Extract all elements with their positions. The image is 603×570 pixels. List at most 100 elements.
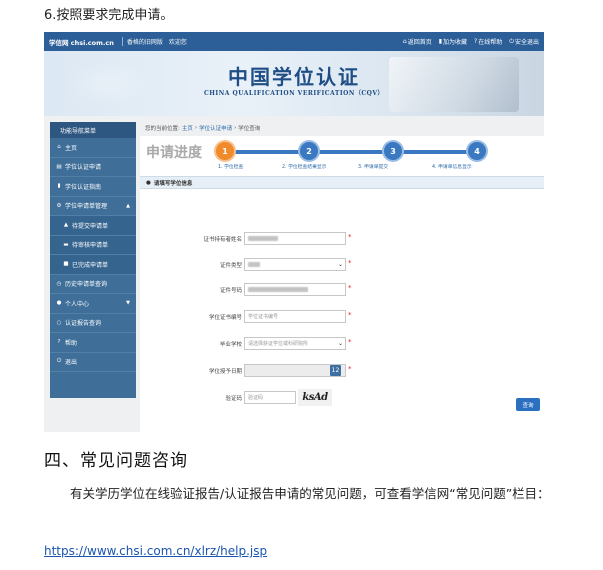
- faq-link[interactable]: https://www.chsi.com.cn/xlrz/help.jsp: [44, 544, 267, 558]
- redacted-value: [248, 262, 260, 267]
- captcha-input[interactable]: 验证码: [244, 391, 296, 404]
- banner-subtitle: CHINA QUALIFICATION VERIFICATION（CQV）: [203, 90, 384, 97]
- field-label: 学位授予日期: [208, 369, 242, 375]
- sidebar-item-label: 学位申请单管理: [65, 203, 108, 211]
- select-field[interactable]: ⌄: [244, 258, 346, 271]
- field-label: 证件号码: [219, 288, 242, 294]
- sidebar-item-label: 个人中心: [65, 300, 90, 308]
- progress-step-label: 1. 学位检查: [218, 165, 244, 170]
- book-icon: ▮: [57, 183, 61, 190]
- field-label: 验证码: [225, 396, 242, 402]
- field-label: 证书持有者姓名: [203, 237, 242, 243]
- form-row: 学位证书编号 学位证书编号 *: [140, 310, 544, 324]
- breadcrumb: 您的当前位置: 主页 › 学位认证申请 › 学位查询: [140, 122, 544, 134]
- form-section-header: ● 请填写学位信息: [140, 176, 544, 189]
- form-row: 毕业学校 请选择获证学位或科研院所 ⌄ *: [140, 337, 544, 351]
- sidebar-item-label: 已完成申请单: [72, 261, 109, 269]
- redacted-value: [248, 236, 278, 241]
- sidebar-item-label: 帮助: [65, 339, 78, 347]
- sidebar-item-1[interactable]: ▤ 学位认证申请: [50, 158, 136, 177]
- sidebar-item-11[interactable]: ⏻ 退出: [50, 353, 136, 372]
- sidebar-item-7[interactable]: ◷ 历史申请单查询: [50, 275, 136, 294]
- topbar-action-bookmark[interactable]: ▮ 加为收藏: [439, 37, 467, 46]
- home-icon: ⌂: [57, 144, 61, 151]
- history-icon: ◷: [56, 280, 62, 287]
- topbar-action-logout[interactable]: ⏻ 安全退出: [509, 37, 539, 47]
- progress-track: [216, 150, 478, 154]
- step-instruction: 6.按照要求完成申请。: [44, 8, 174, 23]
- required-mark: *: [348, 233, 352, 241]
- top-nav-actions: ⌂ 返回首页 ▮ 加为收藏? 在线帮助 ⏻ 安全退出: [403, 37, 539, 47]
- logout-icon: ⏻: [509, 37, 514, 45]
- topbar-action-label: 安全退出: [514, 39, 539, 46]
- field-label: 证件类型: [219, 263, 242, 269]
- query-button[interactable]: 查询: [516, 398, 540, 411]
- sidebar-item-3[interactable]: ⚙ 学位申请单管理 ▲: [50, 197, 136, 216]
- captcha-image[interactable]: ksAd: [298, 389, 332, 406]
- select-field[interactable]: 请选择获证学位或科研院所 ⌄: [244, 337, 346, 350]
- chevron-down-icon: ▼: [126, 300, 130, 307]
- banner: 中国学位认证 CHINA QUALIFICATION VERIFICATION（…: [44, 51, 544, 116]
- top-nav-bar: 学信网 chsi.com.cn 香格的旧网版 欢迎您 ⌂ 返回首页 ▮ 加为收藏? 在线…: [44, 32, 544, 51]
- warning-icon: ▲: [63, 222, 69, 229]
- required-mark: *: [348, 284, 352, 292]
- topbar-action-label: 加为收藏: [443, 39, 468, 46]
- redacted-value: [248, 287, 308, 292]
- progress-step-label: 4. 申请单信息显示: [432, 165, 472, 170]
- field-label: 学位证书编号: [208, 315, 242, 321]
- breadcrumb-separator: ›: [234, 125, 237, 131]
- welcome-text: 欢迎您: [168, 39, 187, 46]
- required-mark: *: [348, 338, 352, 346]
- check-icon: ■: [63, 261, 69, 268]
- breadcrumb-prefix: 您的当前位置:: [145, 126, 180, 132]
- topbar-action-home[interactable]: ⌂ 返回首页: [403, 37, 432, 46]
- logout-icon: ⏻: [56, 358, 62, 365]
- progress-step-4: 4: [468, 142, 486, 160]
- gear-icon: ⚙: [56, 202, 62, 209]
- sidebar-item-5[interactable]: ▬ 待审核申请单: [50, 235, 136, 255]
- breadcrumb-current: 学位查询: [238, 126, 261, 132]
- required-mark: *: [348, 259, 352, 267]
- sidebar-item-label: 退出: [65, 359, 78, 367]
- breadcrumb-home[interactable]: 主页: [182, 124, 193, 132]
- breadcrumb-separator: ›: [194, 125, 198, 131]
- sidebar-header: 功能导航菜单: [50, 122, 136, 138]
- sidebar-item-2[interactable]: ▮ 学位认证指南: [50, 177, 136, 197]
- sidebar: 功能导航菜单 ⌂ 主页 ▤ 学位认证申请 ▮ 学位认证指南 ⚙ 学位申请单管理 ▲ ▲ 待提交申请单…: [50, 122, 136, 398]
- sidebar-item-9[interactable]: ○ 认证报告查询: [50, 314, 136, 333]
- bookmark-icon: ▮: [438, 38, 443, 45]
- sidebar-item-0[interactable]: ⌂ 主页: [50, 138, 136, 158]
- faq-paragraph: 有关学历学位在线验证报告/认证报告申请的常见问题，可查看学信网“常见问题”栏目：: [70, 486, 550, 501]
- topbar-action-help[interactable]: ? 在线帮助: [474, 37, 502, 46]
- text-field[interactable]: [244, 283, 346, 296]
- text-field[interactable]: [244, 232, 346, 245]
- sidebar-item-6[interactable]: ■ 已完成申请单: [50, 255, 136, 275]
- progress-step-1: 1: [216, 142, 234, 160]
- user-icon: ●: [146, 179, 151, 186]
- chevron-down-icon: ⌄: [337, 340, 343, 347]
- home-icon: ⌂: [402, 38, 407, 45]
- main-panel: 申请进度 1 1. 学位检查 2 2. 学位检查结果显示 3 3. 申请单提交 4 4. 申请…: [140, 136, 544, 432]
- cart-icon: ▬: [63, 241, 69, 248]
- sidebar-item-label: 认证报告查询: [65, 320, 102, 328]
- sidebar-item-10[interactable]: ? 帮助: [50, 333, 136, 353]
- breadcrumb-apply[interactable]: 学位认证申请: [199, 124, 232, 132]
- embedded-screenshot: 学信网 chsi.com.cn 香格的旧网版 欢迎您 ⌂ 返回首页 ▮ 加为收藏? 在线…: [44, 32, 544, 432]
- banner-title: 中国学位认证: [228, 65, 360, 89]
- site-logo[interactable]: 学信网 chsi.com.cn: [49, 37, 114, 47]
- sidebar-item-4[interactable]: ▲ 待提交申请单: [50, 216, 136, 236]
- required-mark: *: [348, 311, 352, 319]
- form-section-title: 请填写学位信息: [153, 180, 193, 187]
- sidebar-item-8[interactable]: ● 个人中心 ▼: [50, 294, 136, 314]
- topbar-action-label: 在线帮助: [478, 39, 503, 46]
- sidebar-item-label: 待审核申请单: [72, 242, 109, 250]
- old-version-link[interactable]: 香格的旧网版: [127, 37, 163, 46]
- form-row: 验证码 验证码 ksAd: [140, 389, 544, 406]
- required-mark: *: [348, 365, 352, 373]
- help-icon: ?: [474, 38, 478, 45]
- sidebar-item-label: 历史申请单查询: [65, 281, 108, 289]
- text-field[interactable]: 学位证书编号: [244, 310, 346, 323]
- calendar-icon[interactable]: 12: [330, 365, 341, 376]
- sidebar-item-label: 待提交申请单: [72, 222, 109, 230]
- field-label: 毕业学校: [219, 342, 242, 348]
